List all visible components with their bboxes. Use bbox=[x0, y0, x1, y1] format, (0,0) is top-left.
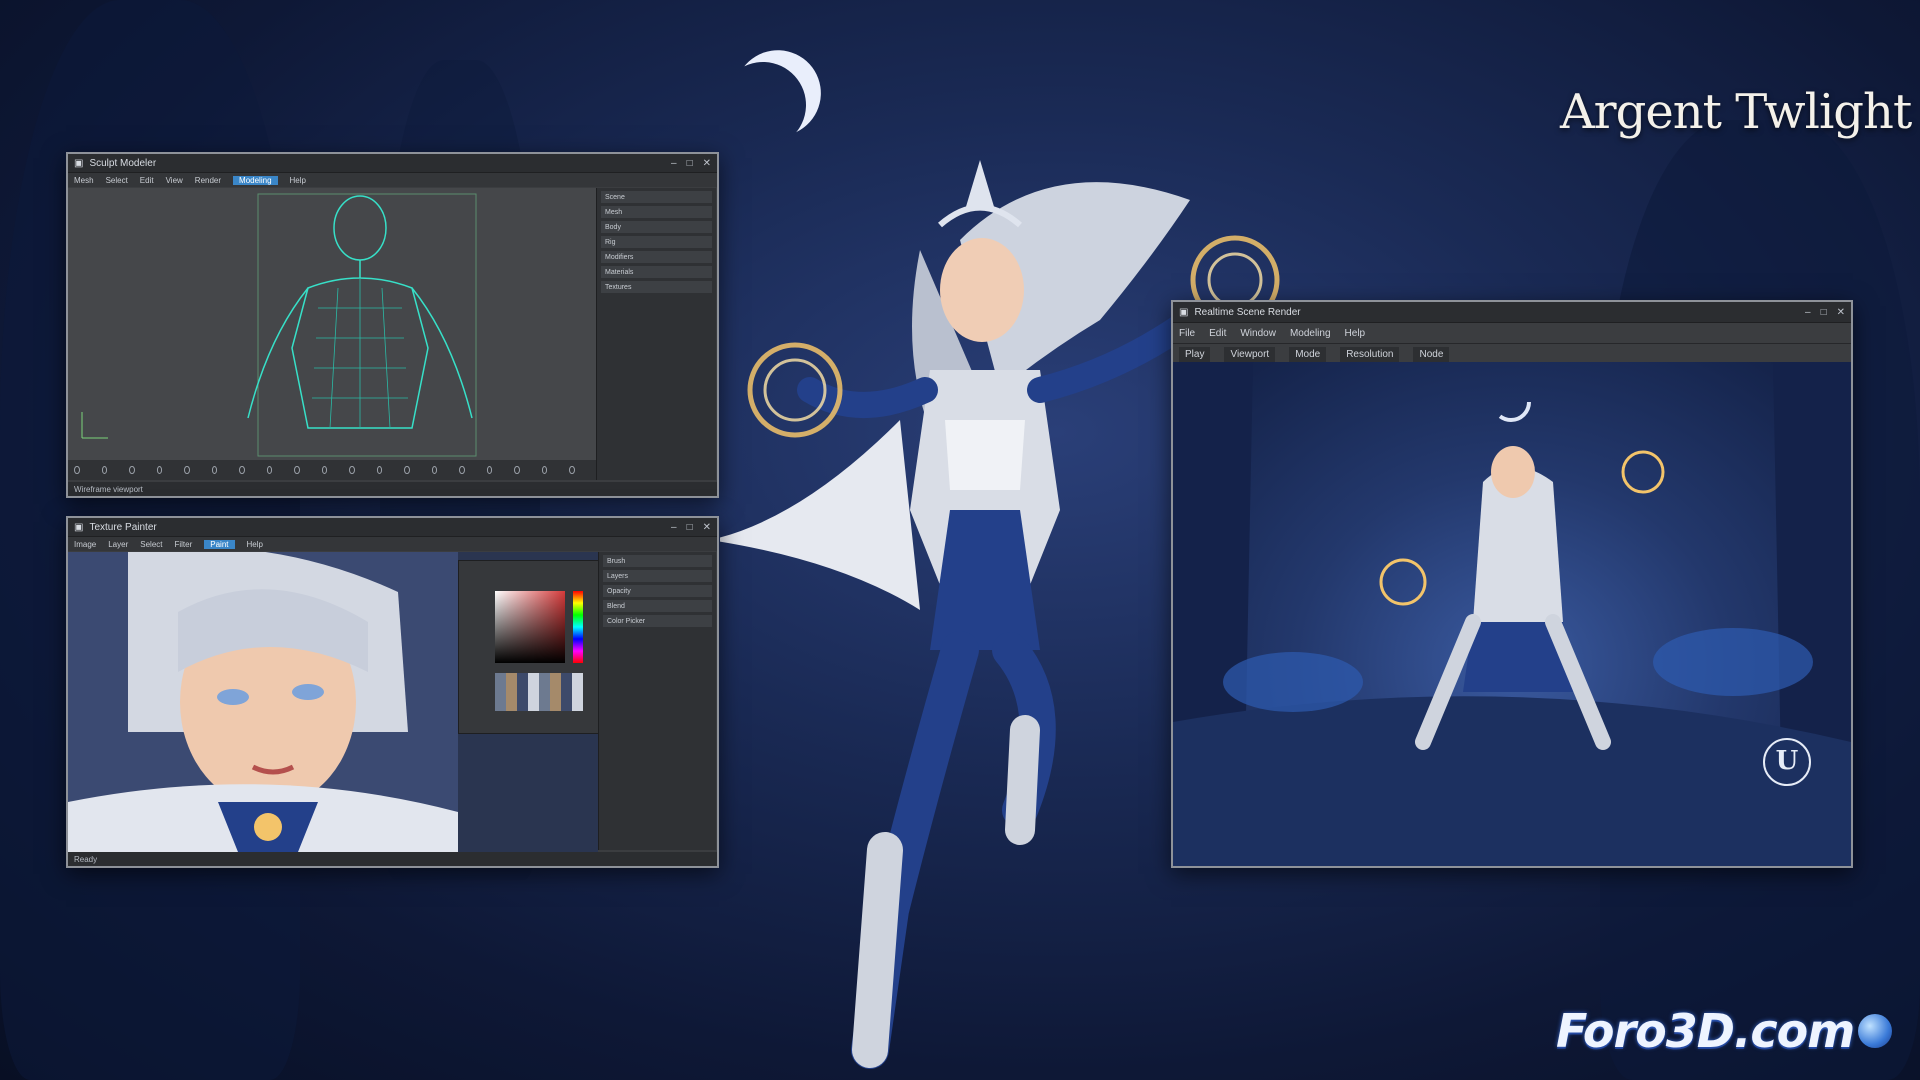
globe-icon bbox=[1858, 1014, 1892, 1048]
status-bar: Wireframe viewport bbox=[68, 482, 717, 496]
modeling-menubar: Mesh Select Edit View Render Modeling He… bbox=[68, 173, 717, 187]
menu-item[interactable]: Window bbox=[1240, 328, 1276, 339]
panel-item[interactable]: Mesh bbox=[601, 206, 712, 218]
panel-item[interactable]: Blend bbox=[603, 600, 712, 612]
toolbar-button[interactable]: Mode bbox=[1289, 346, 1327, 362]
poster-title: Argent Twlight bbox=[1560, 84, 1912, 140]
engine-logo-icon: U bbox=[1763, 738, 1811, 786]
menu-item[interactable]: Help bbox=[1345, 328, 1366, 339]
color-picker[interactable] bbox=[458, 560, 600, 734]
menu-item[interactable]: Mesh bbox=[74, 176, 94, 185]
menu-item[interactable]: Modeling bbox=[1290, 328, 1331, 339]
menu-item[interactable]: Help bbox=[247, 540, 263, 549]
panel-item[interactable]: Color Picker bbox=[603, 615, 712, 627]
engine-window[interactable]: ▣ Realtime Scene Render – □ ✕ File Edit … bbox=[1171, 300, 1853, 868]
menu-item[interactable]: View bbox=[166, 176, 183, 185]
3d-viewport[interactable] bbox=[68, 188, 596, 460]
animation-timeline[interactable] bbox=[68, 460, 602, 480]
maximize-icon[interactable]: □ bbox=[1821, 307, 1827, 318]
texture-titlebar[interactable]: ▣ Texture Painter – □ ✕ bbox=[68, 518, 717, 537]
menu-item-active[interactable]: Paint bbox=[204, 539, 235, 549]
toolbar-button[interactable]: Viewport bbox=[1224, 346, 1276, 362]
panel-item[interactable]: Brush bbox=[603, 555, 712, 567]
panel-item[interactable]: Scene bbox=[601, 191, 712, 203]
menu-item-active[interactable]: Modeling bbox=[233, 175, 278, 185]
window-title: Realtime Scene Render bbox=[1194, 306, 1301, 318]
modeling-window[interactable]: ▣ Sculpt Modeler – □ ✕ Mesh Select Edit … bbox=[66, 152, 719, 498]
texture-menubar: Image Layer Select Filter Paint Help bbox=[68, 537, 717, 551]
panel-item[interactable]: Materials bbox=[601, 266, 712, 278]
status-bar: Ready bbox=[68, 852, 717, 866]
swatch-grid[interactable] bbox=[495, 673, 583, 711]
wireframe-mesh bbox=[81, 193, 477, 457]
menu-item[interactable]: Edit bbox=[1209, 328, 1226, 339]
render-viewport[interactable]: U bbox=[1173, 362, 1851, 866]
toolbar-button[interactable]: Node bbox=[1413, 346, 1450, 362]
engine-menubar: File Edit Window Modeling Help bbox=[1173, 323, 1851, 344]
panel-item[interactable]: Body bbox=[601, 221, 712, 233]
menu-item[interactable]: Select bbox=[140, 540, 162, 549]
menu-item[interactable]: File bbox=[1179, 328, 1195, 339]
menu-item[interactable]: Image bbox=[74, 540, 96, 549]
character-face-closeup bbox=[68, 552, 458, 852]
menu-item[interactable]: Filter bbox=[174, 540, 192, 549]
engine-titlebar[interactable]: ▣ Realtime Scene Render – □ ✕ bbox=[1173, 302, 1851, 323]
panel-item[interactable]: Modifiers bbox=[601, 251, 712, 263]
window-title: Texture Painter bbox=[89, 521, 157, 533]
minimize-icon[interactable]: – bbox=[671, 158, 677, 169]
color-gradient[interactable] bbox=[495, 591, 565, 663]
panel-item[interactable]: Opacity bbox=[603, 585, 712, 597]
menu-item[interactable]: Layer bbox=[108, 540, 128, 549]
menu-item[interactable]: Help bbox=[290, 176, 306, 185]
maximize-icon[interactable]: □ bbox=[687, 522, 693, 533]
layers-panel[interactable]: Brush Layers Opacity Blend Color Picker bbox=[598, 552, 716, 850]
modeling-titlebar[interactable]: ▣ Sculpt Modeler – □ ✕ bbox=[68, 154, 717, 173]
menu-item[interactable]: Edit bbox=[140, 176, 154, 185]
toolbar-button[interactable]: Resolution bbox=[1340, 346, 1400, 362]
app-icon: ▣ bbox=[74, 157, 84, 169]
close-icon[interactable]: ✕ bbox=[703, 158, 711, 169]
minimize-icon[interactable]: – bbox=[1805, 307, 1811, 318]
toolbar-button[interactable]: Play bbox=[1179, 346, 1211, 362]
forest-scene-render bbox=[1173, 362, 1851, 866]
maximize-icon[interactable]: □ bbox=[687, 158, 693, 169]
panel-item[interactable]: Textures bbox=[601, 281, 712, 293]
outliner-panel[interactable]: Scene Mesh Body Rig Modifiers Materials … bbox=[596, 188, 716, 480]
close-icon[interactable]: ✕ bbox=[1837, 307, 1845, 318]
site-logo: Foro3D.com bbox=[1556, 1004, 1855, 1058]
minimize-icon[interactable]: – bbox=[671, 522, 677, 533]
texture-window[interactable]: ▣ Texture Painter – □ ✕ Image Layer Sele… bbox=[66, 516, 719, 868]
window-title: Sculpt Modeler bbox=[89, 157, 157, 169]
app-icon: ▣ bbox=[74, 521, 84, 533]
hue-slider[interactable] bbox=[573, 591, 583, 663]
menu-item[interactable]: Render bbox=[195, 176, 221, 185]
app-icon: ▣ bbox=[1179, 306, 1189, 318]
panel-item[interactable]: Layers bbox=[603, 570, 712, 582]
menu-item[interactable]: Select bbox=[106, 176, 128, 185]
panel-item[interactable]: Rig bbox=[601, 236, 712, 248]
close-icon[interactable]: ✕ bbox=[703, 522, 711, 533]
